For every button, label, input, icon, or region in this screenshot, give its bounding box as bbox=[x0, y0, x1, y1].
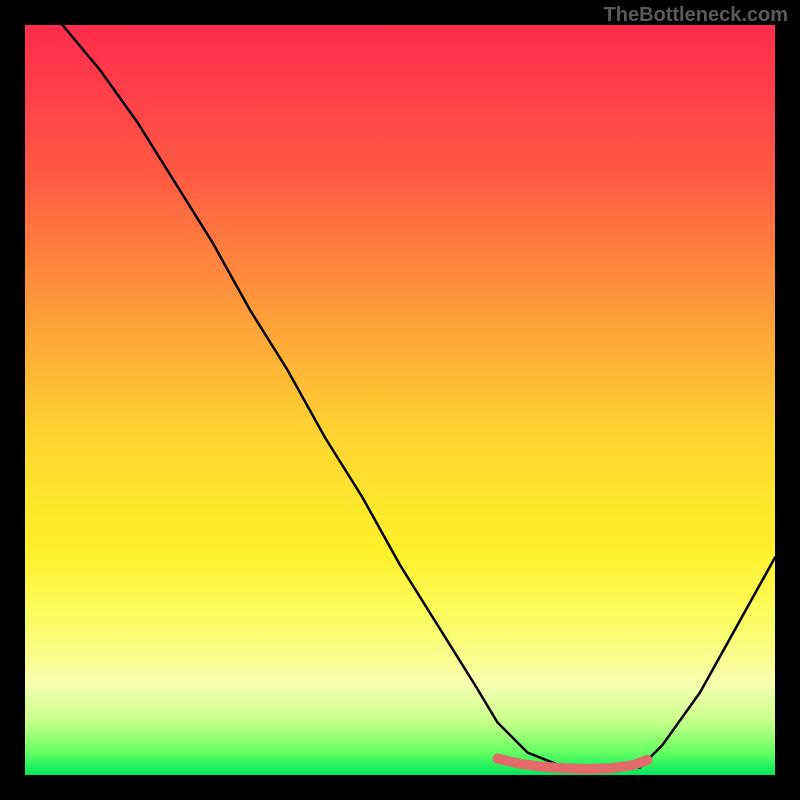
chart-svg bbox=[25, 25, 775, 775]
marker-curve-path bbox=[498, 759, 648, 770]
main-curve-path bbox=[63, 25, 776, 771]
watermark-text: TheBottleneck.com bbox=[604, 4, 788, 27]
chart-gradient-background bbox=[25, 25, 775, 775]
